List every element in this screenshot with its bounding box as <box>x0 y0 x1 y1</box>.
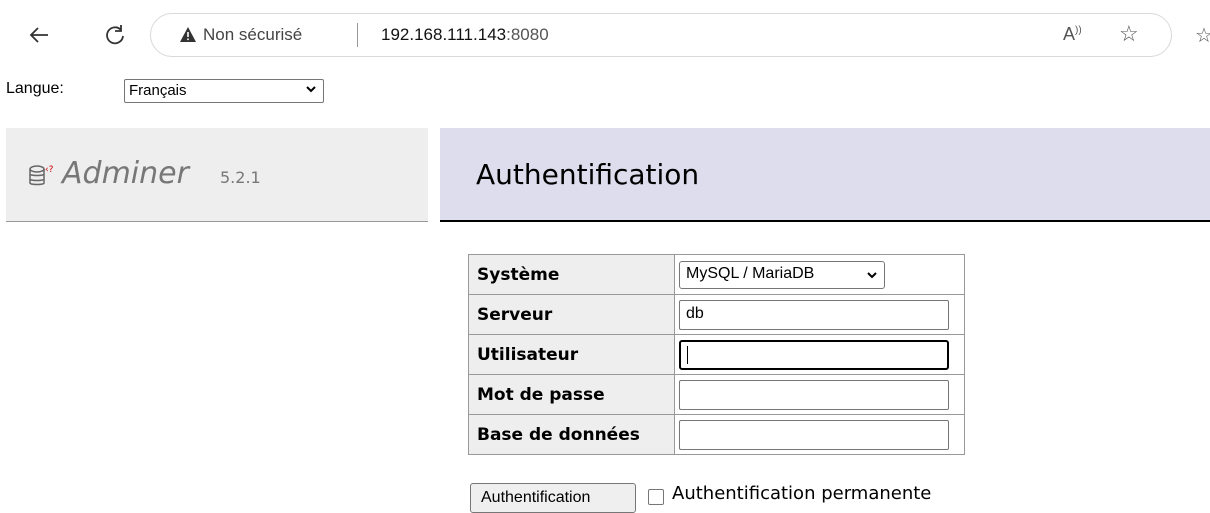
url-host: 192.168.111.143 <box>381 25 507 44</box>
username-cell <box>674 334 965 375</box>
url-text[interactable]: 192.168.111.143:8080 <box>381 25 549 45</box>
password-input[interactable] <box>679 379 949 410</box>
language-selected: Français <box>129 82 187 99</box>
address-bar[interactable]: Non sécurisé 192.168.111.143:8080 A)) ☆ <box>150 13 1172 57</box>
chevron-down-icon <box>866 268 878 285</box>
system-select[interactable]: MySQL / MariaDB <box>679 260 885 289</box>
form-row-password: Mot de passe <box>468 374 965 415</box>
read-aloud-icon[interactable]: A)) <box>1063 24 1082 45</box>
browser-toolbar: Non sécurisé 192.168.111.143:8080 A)) ☆ … <box>0 0 1210 72</box>
password-cell <box>674 374 965 415</box>
page-header: Authentification <box>440 128 1210 222</box>
favorite-star-icon[interactable]: ☆ <box>1119 21 1139 47</box>
system-label: Système <box>468 254 675 295</box>
password-label: Mot de passe <box>468 374 675 415</box>
form-row-username: Utilisateur <box>468 334 965 375</box>
security-status-text[interactable]: Non sécurisé <box>203 25 302 45</box>
database-icon[interactable]: ‹? <box>28 164 54 192</box>
permanent-login-label[interactable]: Authentification permanente <box>672 483 931 504</box>
server-cell: db <box>674 294 965 335</box>
reload-icon[interactable] <box>100 20 130 50</box>
back-arrow-icon[interactable] <box>24 20 54 50</box>
form-row-system: Système MySQL / MariaDB <box>468 254 965 295</box>
text-caret <box>687 345 688 364</box>
form-row-database: Base de données <box>468 414 965 455</box>
address-separator <box>357 23 358 47</box>
page-title: Authentification <box>476 158 700 191</box>
form-row-server: Serveur db <box>468 294 965 335</box>
favorites-icon[interactable]: ☆ <box>1195 23 1210 47</box>
chevron-down-icon <box>305 82 317 99</box>
svg-text:‹?: ‹? <box>45 165 54 175</box>
app-version[interactable]: 5.2.1 <box>220 168 261 187</box>
login-form-table: Système MySQL / MariaDB Serveur db Utili… <box>468 254 965 455</box>
warning-icon[interactable] <box>179 26 197 47</box>
username-label: Utilisateur <box>468 334 675 375</box>
app-name-link[interactable]: Adminer <box>62 156 189 191</box>
logo-panel: ‹? Adminer 5.2.1 <box>6 128 428 222</box>
language-label: Langue: <box>6 80 64 97</box>
system-selected: MySQL / MariaDB <box>686 264 815 282</box>
permanent-login-checkbox[interactable] <box>648 489 664 505</box>
url-port: :8080 <box>506 25 549 44</box>
language-select[interactable]: Français <box>124 79 324 103</box>
username-input[interactable] <box>679 339 949 370</box>
server-input[interactable]: db <box>679 299 949 330</box>
database-cell <box>674 414 965 455</box>
system-cell: MySQL / MariaDB <box>674 254 965 295</box>
database-label: Base de données <box>468 414 675 455</box>
database-input[interactable] <box>679 419 949 450</box>
server-label: Serveur <box>468 294 675 335</box>
